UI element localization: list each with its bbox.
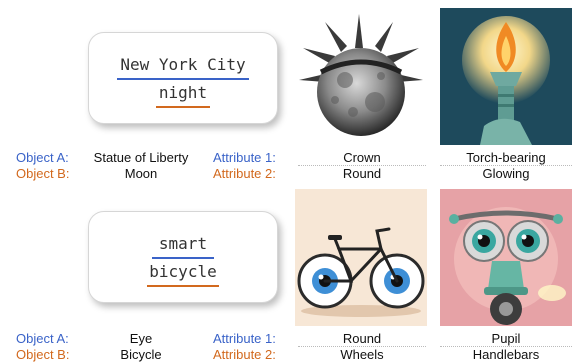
prompt-card: New York City night bbox=[88, 32, 278, 124]
label-object-b: Object B: bbox=[16, 166, 70, 181]
panel-smart-bicycle: smart bicycle Object A: Object B: Eye Bi… bbox=[0, 181, 577, 363]
attribute-2-image-2: Handlebars bbox=[472, 347, 540, 362]
attribute-1-image-2: Torch-bearing bbox=[440, 150, 572, 166]
prompt-word-a: smart bbox=[158, 234, 208, 253]
prompt-underline-b bbox=[147, 285, 219, 287]
image-eye-bicycle bbox=[295, 189, 427, 326]
attribute-2-image-2: Glowing bbox=[482, 166, 530, 181]
image-moon-crown bbox=[295, 8, 427, 145]
prompt-word-a: New York City bbox=[120, 55, 246, 74]
image-eye-scooter bbox=[440, 189, 572, 326]
label-attribute-1: Attribute 1: bbox=[213, 150, 276, 165]
prompt-word-b: night bbox=[158, 83, 208, 102]
attribute-1-image-2: Pupil bbox=[440, 331, 572, 347]
label-attribute-1: Attribute 1: bbox=[213, 331, 276, 346]
attribute-1-image-1: Round bbox=[298, 331, 426, 347]
panel-new-york-city-night: New York City night Object A: Object B: … bbox=[0, 0, 577, 182]
attribute-2-image-1: Round bbox=[342, 166, 382, 181]
object-b-value: Bicycle bbox=[120, 347, 162, 362]
label-object-a: Object A: bbox=[16, 150, 69, 165]
label-attribute-2: Attribute 2: bbox=[213, 166, 276, 181]
label-object-b: Object B: bbox=[16, 347, 70, 362]
attribute-1-image-1: Crown bbox=[298, 150, 426, 166]
object-a-value: Eye bbox=[129, 331, 153, 346]
prompt-card: smart bicycle bbox=[88, 211, 278, 303]
label-object-a: Object A: bbox=[16, 331, 69, 346]
prompt-underline-a bbox=[117, 78, 249, 80]
prompt-word-b: bicycle bbox=[149, 262, 217, 281]
prompt-underline-b bbox=[156, 106, 210, 108]
attribute-2-image-1: Wheels bbox=[340, 347, 384, 362]
label-attribute-2: Attribute 2: bbox=[213, 347, 276, 362]
prompt-underline-a bbox=[152, 257, 214, 259]
object-a-value: Statue of Liberty bbox=[93, 150, 189, 165]
image-torch-moon bbox=[440, 8, 572, 145]
object-b-value: Moon bbox=[124, 166, 158, 181]
